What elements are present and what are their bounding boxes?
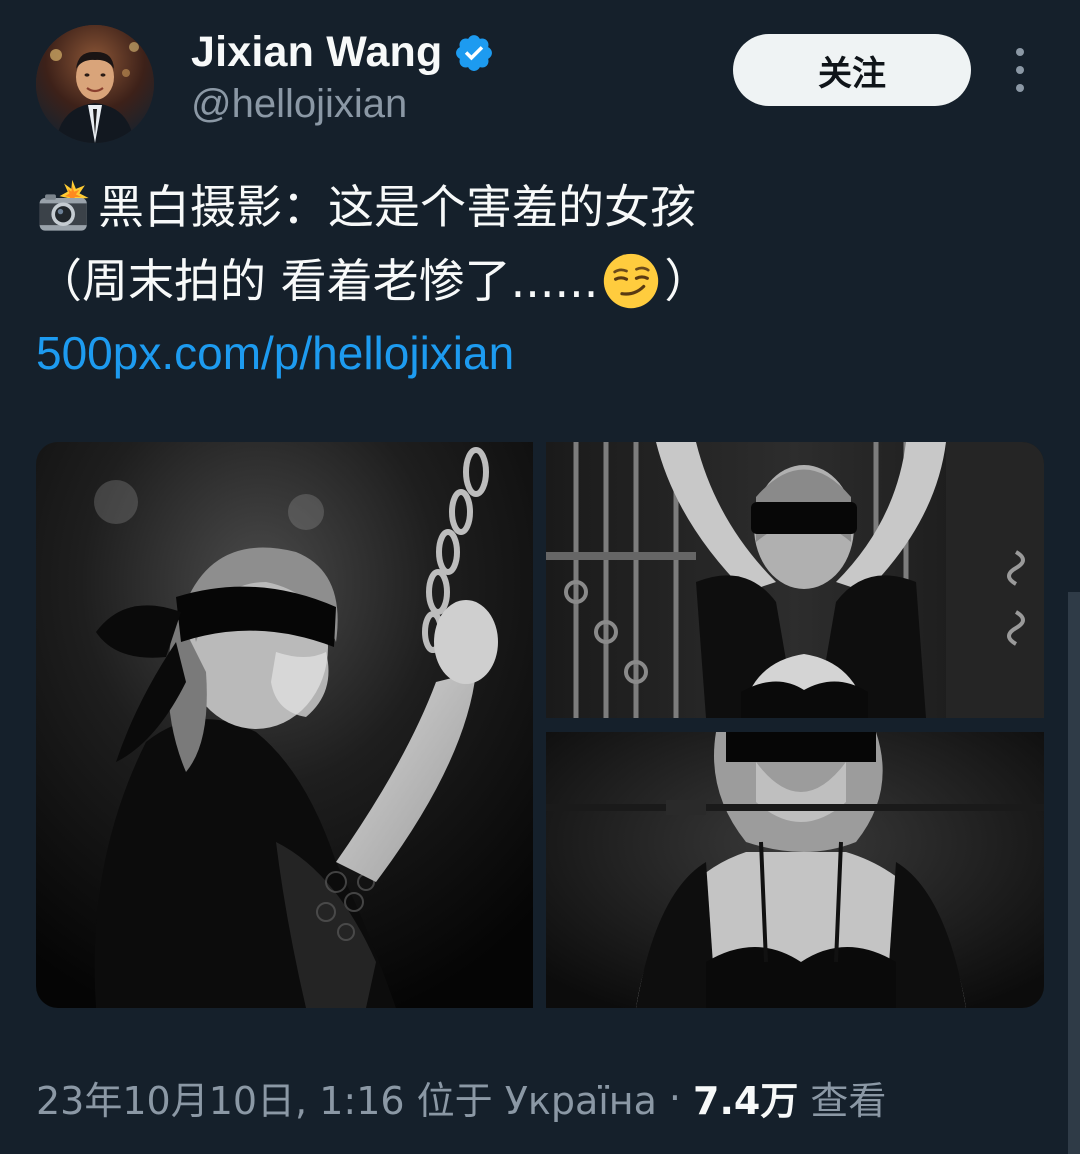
photo-2[interactable] — [546, 442, 1044, 718]
follow-button[interactable]: 关注 — [733, 34, 971, 106]
photo-1[interactable] — [36, 442, 533, 1008]
tweet-line-2-text-after: ） — [664, 254, 711, 308]
meta-separator: · — [668, 1075, 682, 1120]
photo-1-image — [36, 442, 533, 1008]
tweet-line-1: 黑白摄影：这是个害羞的女孩 — [36, 170, 1046, 244]
tweet-line-1-text: 黑白摄影：这是个害羞的女孩 — [98, 180, 696, 234]
author-avatar[interactable] — [36, 25, 154, 143]
tweet-link[interactable]: 500px.com/p/hellojixian — [36, 326, 514, 380]
views-label: 查看 — [810, 1079, 887, 1123]
views-count: 7.4万 — [693, 1079, 799, 1123]
more-vertical-icon[interactable] — [1000, 48, 1040, 92]
camera-flash-emoji — [39, 179, 89, 231]
verified-badge-icon — [455, 34, 492, 71]
more-dot — [1016, 48, 1024, 56]
tweet-line-2-text-before: （周末拍的 看着老惨了...... — [36, 254, 599, 308]
tweet-page: Jixian Wang @hellojixian 关注 黑白摄影：这是个害羞的女… — [0, 0, 1080, 1154]
scrollbar[interactable] — [1068, 592, 1080, 1154]
author-display-name: Jixian Wang — [191, 28, 443, 76]
tweet-text: 黑白摄影：这是个害羞的女孩 （周末拍的 看着老惨了...... ） — [36, 170, 1046, 318]
more-dot — [1016, 66, 1024, 74]
media-grid — [36, 442, 1044, 1008]
smirking-face-emoji — [604, 253, 659, 309]
tweet-meta: 23年10月10日, 1:16 位于 Україна · 7.4万 查看 — [36, 1070, 886, 1125]
tweet-timestamp[interactable]: 23年10月10日, 1:16 位于 Україна — [36, 1070, 657, 1125]
photo-2-image — [546, 442, 1044, 718]
photo-3[interactable] — [546, 732, 1044, 1008]
tweet-line-2: （周末拍的 看着老惨了...... ） — [36, 244, 1046, 318]
author-name-row[interactable]: Jixian Wang — [191, 28, 495, 77]
author-handle[interactable]: @hellojixian — [191, 82, 407, 127]
avatar-image — [36, 25, 154, 143]
more-dot — [1016, 84, 1024, 92]
photo-3-image — [546, 732, 1044, 1008]
